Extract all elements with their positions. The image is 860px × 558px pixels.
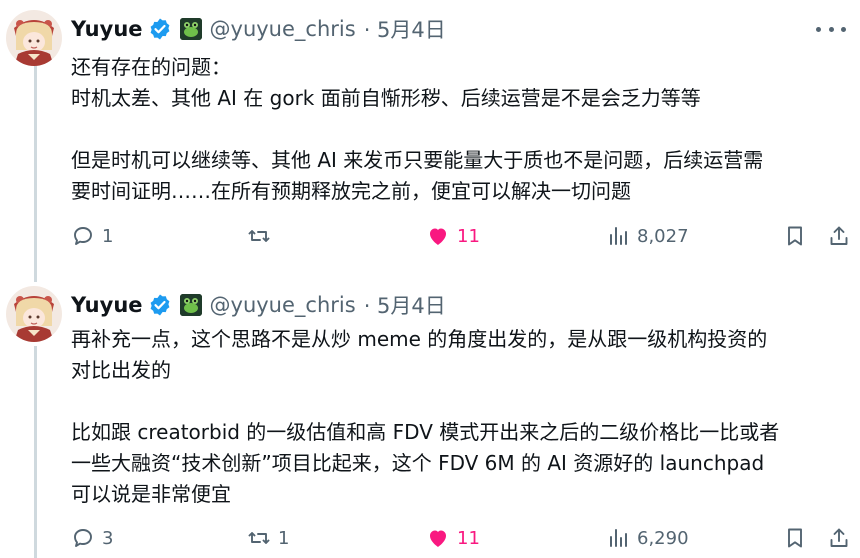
retweet-button[interactable]: 1 (247, 523, 289, 553)
tweet-text-line: 要时间证明……在所有预期释放完之前，便宜可以解决一切问题 (71, 179, 631, 203)
frog-emoji-icon (179, 294, 202, 316)
frog-emoji-icon (179, 18, 202, 40)
tweet-header: Yuyue @yuyue_chris · 5月4日 (71, 288, 446, 322)
more-icon[interactable] (816, 18, 846, 40)
retweet-button[interactable] (247, 221, 278, 251)
author-name[interactable]: Yuyue (71, 293, 143, 317)
tweet-text: 还有存在的问题： 时机太差、其他 AI 在 gork 面前自惭形秽、后续运营是不… (71, 52, 763, 207)
like-count: 11 (457, 225, 480, 247)
share-icon (830, 226, 848, 245)
bookmark-button[interactable] (783, 523, 807, 553)
tweet-text-line: 一些大融资“技术创新”项目比起来，这个 FDV 6M 的 AI 资源好的 lau… (71, 451, 765, 475)
reply-button[interactable]: 3 (71, 523, 113, 553)
author-name[interactable]: Yuyue (71, 17, 143, 41)
tweet-text-line: 可以说是非常便宜 (71, 482, 231, 506)
bookmark-button[interactable] (783, 221, 807, 251)
tweet-text-line: 比如跟 creatorbid 的一级估值和高 FDV 模式开出来之后的二级价格比… (71, 420, 780, 444)
tweet-text-line (71, 386, 779, 417)
avatar[interactable] (6, 10, 62, 66)
tweet[interactable]: Yuyue @yuyue_chris · 5月4日 还有存在的问题： 时机太差、… (0, 10, 860, 280)
avatar[interactable] (6, 286, 62, 342)
tweet-text-line: 再补充一点，这个思路不是从炒 meme 的角度出发的，是从跟一级机构投资的 (71, 327, 768, 351)
tweet-date[interactable]: · 5月4日 (364, 14, 446, 44)
avatar-illustration (6, 286, 62, 342)
views-button[interactable]: 8,027 (606, 221, 689, 251)
reply-count: 3 (102, 527, 114, 549)
reply-count: 1 (102, 225, 114, 247)
like-button[interactable]: 11 (426, 221, 480, 251)
like-button[interactable]: 11 (426, 523, 480, 553)
tweet-text-line: 但是时机可以继续等、其他 AI 来发币只要能量大于质也不是问题，后续运营需 (71, 148, 764, 172)
tweet-actions: 3 1 11 6,290 (71, 523, 851, 553)
reply-icon (74, 227, 92, 245)
share-icon (830, 528, 848, 547)
heart-icon (430, 530, 446, 547)
share-button[interactable] (827, 523, 851, 553)
reply-button[interactable]: 1 (71, 221, 113, 251)
view-count: 8,027 (637, 225, 689, 247)
reply-icon (74, 529, 92, 547)
views-icon (610, 227, 627, 245)
retweet-icon (248, 532, 270, 544)
author-handle[interactable]: @yuyue_chris (210, 293, 356, 317)
tweet[interactable]: Yuyue @yuyue_chris · 5月4日 再补充一点，这个思路不是从炒… (0, 286, 860, 558)
like-count: 11 (457, 527, 480, 549)
tweet-text-line: 对比出发的 (71, 358, 171, 382)
views-icon (610, 529, 627, 547)
avatar-illustration (6, 10, 62, 66)
tweet-text-line (71, 114, 763, 145)
views-button[interactable]: 6,290 (606, 523, 689, 553)
retweet-icon (248, 230, 270, 242)
verified-badge-icon (148, 17, 172, 41)
tweet-text-line: 时机太差、其他 AI 在 gork 面前自惭形秽、后续运营是不是会乏力等等 (71, 86, 701, 110)
verified-badge-icon (148, 293, 172, 317)
tweet-text-line: 还有存在的问题： (71, 55, 231, 79)
tweet-text: 再补充一点，这个思路不是从炒 meme 的角度出发的，是从跟一级机构投资的 对比… (71, 324, 779, 510)
tweet-date[interactable]: · 5月4日 (364, 290, 446, 320)
heart-icon (430, 228, 446, 245)
bookmark-icon (788, 226, 802, 246)
tweet-header: Yuyue @yuyue_chris · 5月4日 (71, 12, 446, 46)
share-button[interactable] (827, 221, 851, 251)
author-handle[interactable]: @yuyue_chris (210, 17, 356, 41)
tweet-actions: 1 11 8,027 (71, 221, 851, 251)
view-count: 6,290 (637, 527, 689, 549)
bookmark-icon (788, 528, 802, 548)
retweet-count: 1 (278, 527, 290, 549)
